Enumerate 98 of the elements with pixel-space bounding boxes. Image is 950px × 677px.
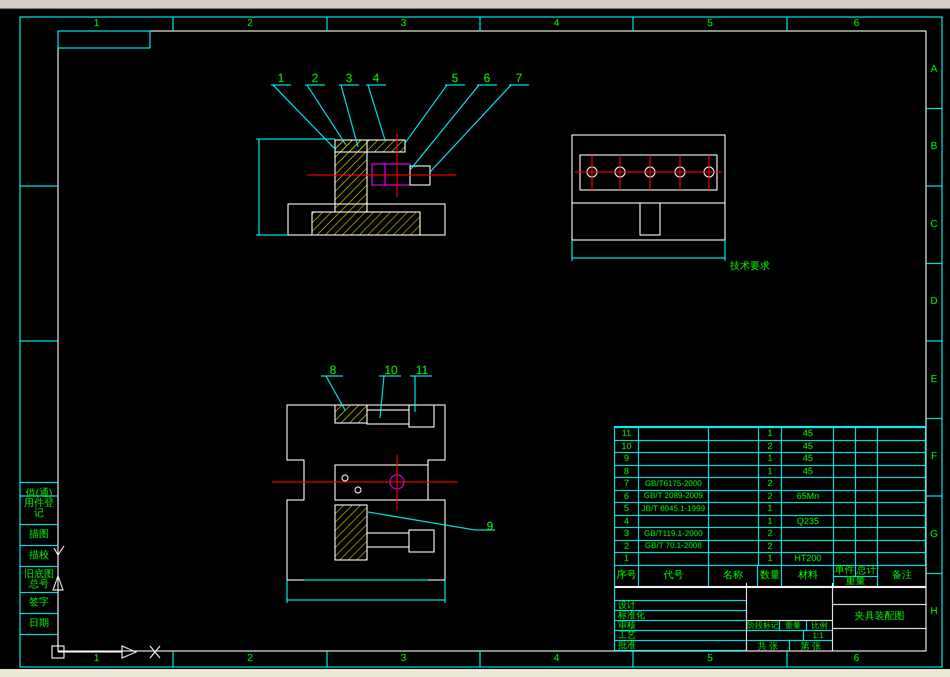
zone-number: 5: [707, 654, 713, 664]
table-cell: 9: [624, 454, 629, 464]
title-block-label: 工艺: [618, 631, 636, 640]
table-cell: 1: [624, 554, 629, 564]
column-header: 总计: [856, 566, 876, 576]
zone-number: 6: [854, 654, 860, 664]
table-cell: 2: [767, 442, 772, 451]
zone-letter: H: [930, 607, 938, 618]
block-label: 旧底图总号: [23, 570, 55, 590]
plate-section: [334, 140, 406, 152]
table-cell: Q235: [796, 516, 819, 526]
table-cell: GB/T6175-2000: [644, 480, 702, 488]
title-block-label: 阶段标记: [747, 622, 779, 630]
ucs-icon: [52, 546, 160, 659]
column-header: 序号: [616, 570, 636, 580]
column-header: 备注: [892, 570, 912, 580]
table-cell: 1: [767, 454, 772, 464]
leader-line: [410, 376, 432, 412]
table-cell: 2: [767, 542, 772, 551]
table-cell: 1: [767, 504, 772, 514]
table-cell: 3: [624, 529, 629, 538]
column-header: 重量: [846, 576, 866, 586]
requirements-title: 技术要求: [730, 262, 770, 272]
title-block-label: 批准: [618, 641, 636, 650]
block-label: 描校: [28, 551, 50, 561]
sheet-count: 共 张: [758, 642, 778, 650]
table-cell: JB/T 8045.1-1999: [642, 504, 706, 513]
zone-number: 2: [247, 19, 253, 29]
table-cell: 45: [802, 429, 813, 438]
zone-letter: C: [930, 220, 938, 230]
title-block-label: 审核: [618, 621, 636, 630]
column-header: 代号: [663, 570, 684, 580]
zone-number: 3: [400, 19, 406, 29]
title-block-label: 比例: [811, 622, 828, 630]
part-number: 2: [312, 72, 318, 84]
table-cell: 65Mn: [796, 492, 820, 501]
part-number: 9: [486, 520, 494, 532]
zone-number: 6: [854, 19, 860, 29]
zone-number: 1: [94, 19, 100, 29]
zone-letter: B: [930, 142, 938, 152]
table-cell: 8: [624, 466, 629, 476]
drawing-title: 夹具装配图: [854, 612, 904, 622]
leader-line: [320, 376, 346, 410]
column-header: 名称: [723, 570, 744, 580]
table-cell: 45: [802, 454, 813, 464]
part-number: 6: [484, 72, 490, 84]
block-label: 签字: [28, 598, 50, 608]
column-header: 数量: [760, 570, 780, 580]
table-cell: GB/T119.1-2000: [644, 530, 703, 538]
part-number: 5: [452, 72, 458, 84]
zone-letter: G: [930, 530, 938, 540]
table-cell: 2: [767, 479, 772, 488]
column-header: 材料: [798, 570, 818, 580]
table-cell: 1: [767, 429, 772, 438]
part-number: 8: [330, 364, 336, 376]
title-block-label: 标准化: [618, 611, 645, 620]
table-cell: 45: [802, 442, 813, 451]
zone-number: 4: [554, 654, 560, 664]
table-cell: 5: [624, 504, 629, 514]
table-cell: 7: [624, 479, 629, 488]
table-cell: 2: [624, 542, 629, 551]
part-number: 10: [384, 364, 398, 376]
sheet-number: 第 张: [800, 642, 822, 650]
part-number: 11: [416, 364, 428, 376]
zone-letter: D: [930, 297, 938, 308]
leader-line: [378, 376, 402, 418]
table-cell: 1: [767, 466, 772, 476]
table-cell: HT200: [794, 554, 822, 564]
table-cell: 11: [622, 429, 632, 438]
title-block-label: 重量: [784, 622, 801, 630]
table-cell: 45: [802, 466, 813, 476]
block-label: 日期: [28, 619, 50, 629]
table-cell: 4: [624, 516, 629, 526]
part-number: 3: [346, 72, 352, 84]
zone-number: 3: [400, 654, 406, 664]
zone-number: 5: [707, 19, 713, 29]
column-header: 单件: [834, 566, 854, 576]
table-cell: GB/T 2089-2009: [644, 492, 703, 500]
leader-line: [366, 84, 386, 140]
part-number: 1: [278, 72, 284, 84]
zone-number: 2: [247, 654, 253, 664]
part-number: 4: [372, 72, 380, 84]
title-block-label: 设计: [618, 601, 636, 610]
part-number: 7: [516, 72, 522, 84]
zone-letter: A: [930, 64, 938, 75]
block-label: 描图: [28, 530, 50, 540]
table-cell: 2: [767, 492, 772, 501]
zone-number: 1: [94, 654, 100, 664]
zone-letter: F: [930, 452, 938, 462]
scale-value: 1:1: [812, 632, 824, 640]
table-cell: 10: [621, 442, 632, 451]
zone-number: 4: [554, 19, 560, 29]
table-cell: 2: [767, 529, 772, 538]
table-cell: 1: [767, 516, 772, 526]
table-cell: GB/T 70.1-2008: [644, 542, 702, 550]
table-cell: 6: [624, 492, 629, 501]
table-cell: 1: [767, 554, 772, 564]
zone-letter: E: [930, 374, 938, 385]
